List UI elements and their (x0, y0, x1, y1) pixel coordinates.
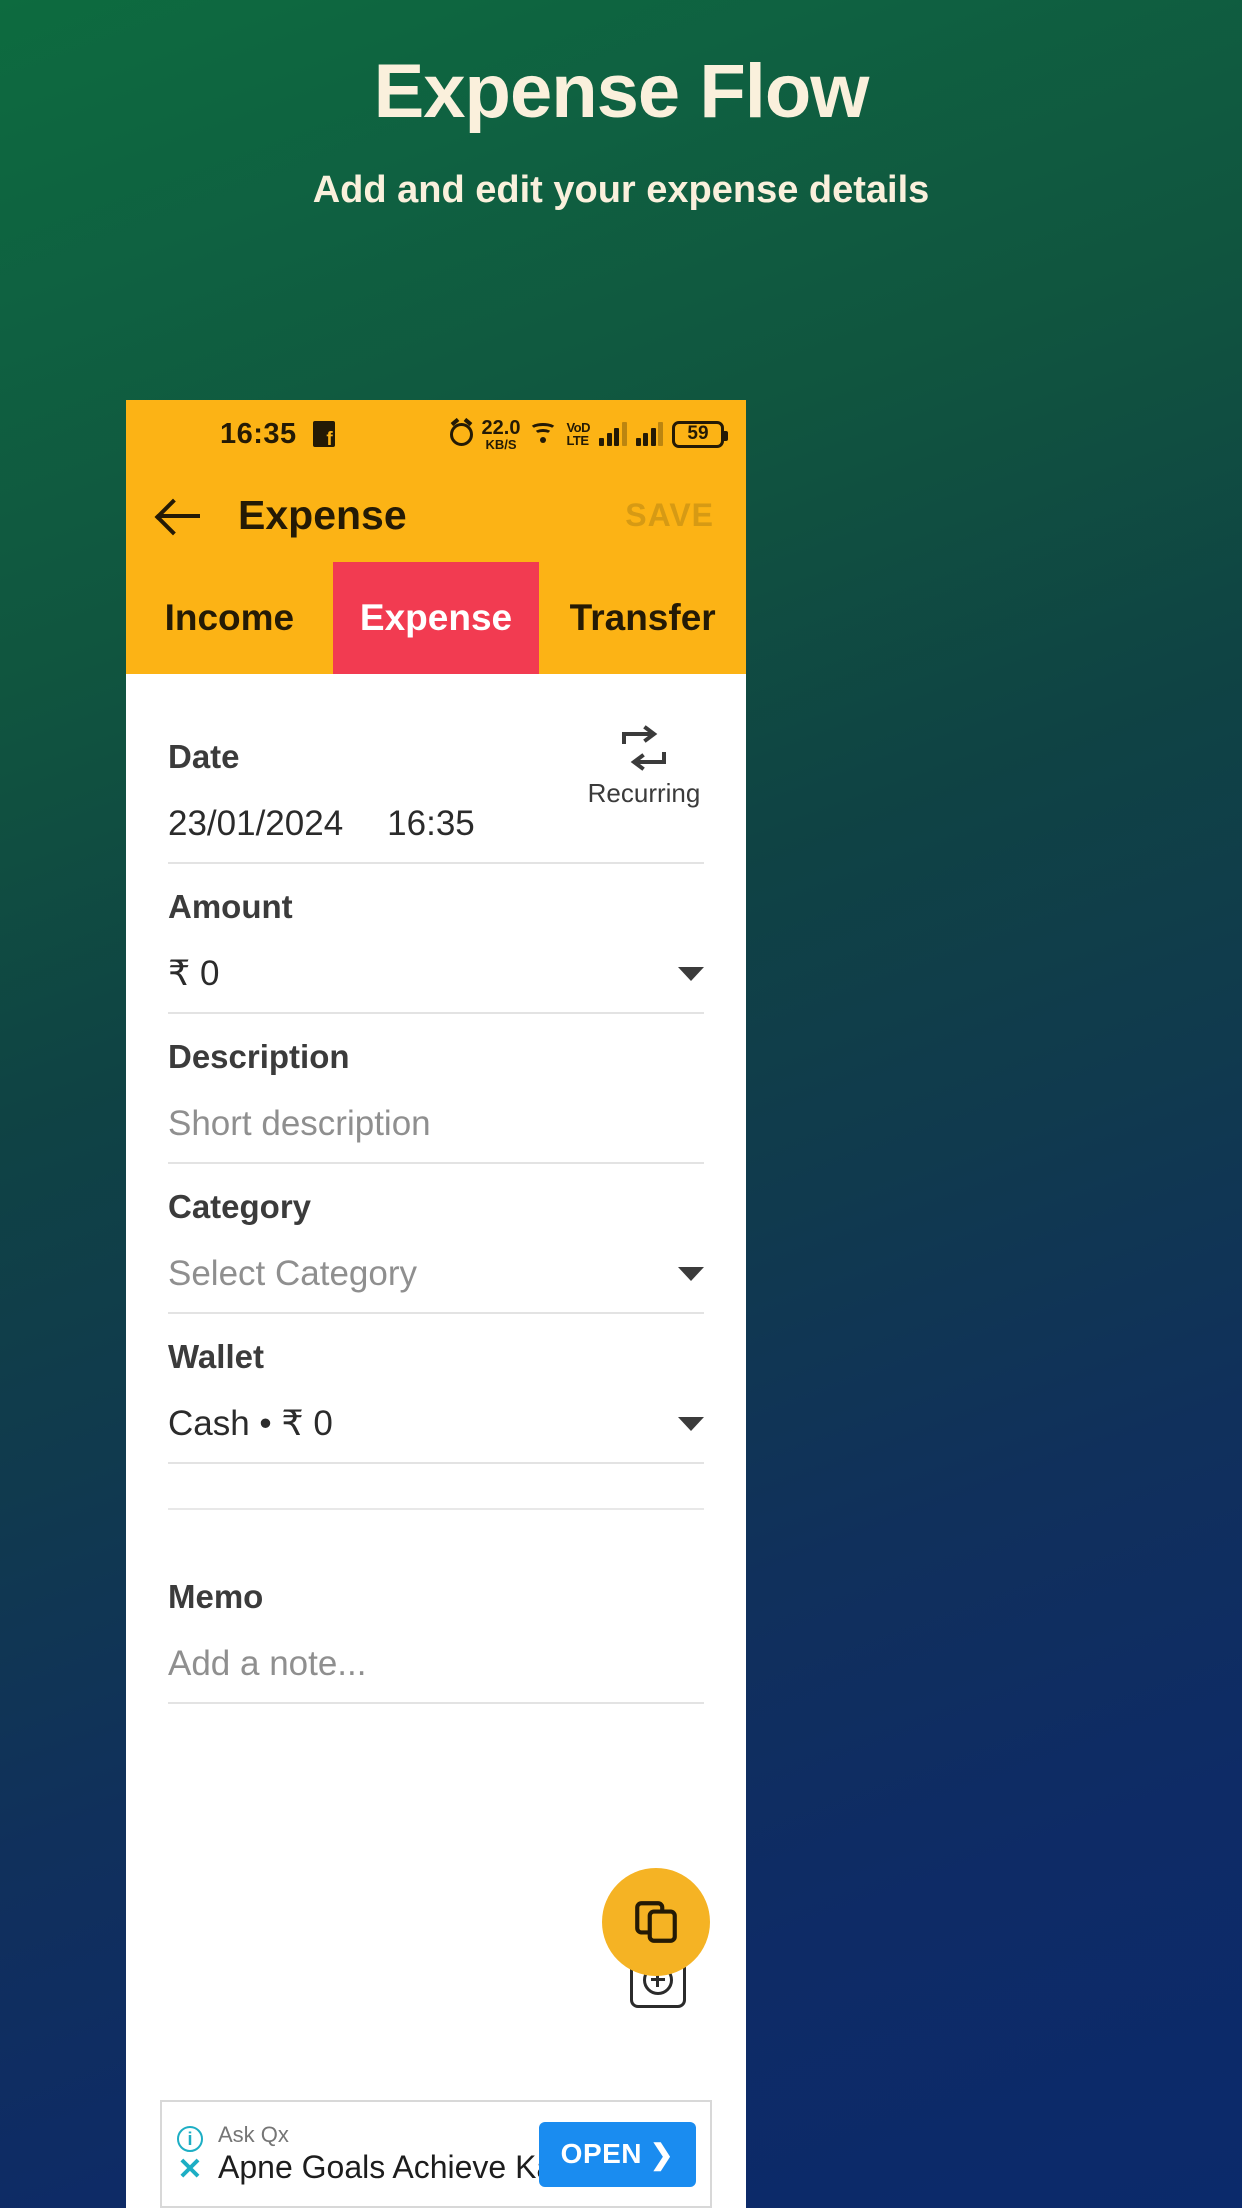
tab-transfer[interactable]: Transfer (539, 562, 746, 674)
signal-bars-icon-sim1 (599, 422, 627, 446)
network-speed-unit: KB/S (485, 436, 517, 452)
status-bar-right: 22.0 KB/S VoD LTE 59 (449, 418, 728, 451)
signal-bars-icon-sim2 (635, 422, 663, 446)
ad-text-block: Ask Qx Apne Goals Achieve Karo (218, 2121, 583, 2187)
copy-fab-button[interactable] (602, 1868, 710, 1976)
amount-field: Amount ₹ 0 (168, 864, 704, 1014)
category-row[interactable]: Select Category (168, 1252, 704, 1314)
expense-form: Date 23/01/2024 16:35 Recurring Amount ₹… (126, 674, 746, 1704)
wifi-icon (529, 423, 558, 445)
phone-mockup: 16:35 22.0 KB/S VoD LTE 59 Expens (126, 400, 746, 2208)
ad-advertiser: Ask Qx (218, 2121, 289, 2147)
close-icon[interactable]: ✕ (177, 2155, 202, 2185)
recurring-label: Recurring (587, 778, 701, 808)
alarm-icon (449, 422, 473, 446)
chevron-down-icon-category[interactable] (678, 1267, 704, 1281)
time-value[interactable]: 16:35 (387, 804, 475, 844)
ad-open-button[interactable]: OPEN ❯ (538, 2121, 696, 2187)
form-section-gap (168, 1510, 704, 1554)
ad-icon-column: i ✕ (172, 2126, 208, 2185)
description-label: Description (168, 1038, 350, 1075)
category-label: Category (168, 1188, 312, 1225)
repeat-icon (622, 725, 666, 771)
description-row[interactable]: Short description (168, 1102, 704, 1164)
ad-open-label: OPEN (560, 2138, 643, 2169)
chevron-down-icon-amount[interactable] (678, 967, 704, 981)
app-bar: Expense SAVE (126, 468, 746, 562)
save-button[interactable]: SAVE (625, 497, 714, 534)
ad-headline: Apne Goals Achieve Karo (218, 2149, 583, 2185)
amount-value[interactable]: ₹ 0 (168, 954, 219, 994)
battery-level: 59 (687, 423, 709, 444)
tab-income[interactable]: Income (126, 562, 333, 674)
status-bar-left: 16:35 (220, 418, 335, 451)
chevron-down-icon-wallet[interactable] (678, 1417, 704, 1431)
recurring-button[interactable]: Recurring (584, 724, 704, 809)
volte-line-2: LTE (566, 433, 589, 448)
transaction-type-tabs: Income Expense Transfer (126, 562, 746, 674)
wallet-field: Wallet Cash • ₹ 0 (168, 1314, 704, 1464)
amount-row[interactable]: ₹ 0 (168, 952, 704, 1014)
description-input[interactable]: Short description (168, 1104, 431, 1144)
memo-row[interactable]: Add a note... (168, 1642, 704, 1704)
wallet-row[interactable]: Cash • ₹ 0 (168, 1402, 704, 1464)
date-row[interactable]: 23/01/2024 16:35 (168, 802, 704, 864)
description-field: Description Short description (168, 1014, 704, 1164)
category-field: Category Select Category (168, 1164, 704, 1314)
page-title: Expense Flow (373, 49, 870, 134)
wallet-label: Wallet (168, 1338, 264, 1375)
volte-icon: VoD LTE (566, 421, 590, 447)
memo-field: Memo Add a note... (168, 1554, 704, 1704)
back-arrow-icon[interactable] (158, 493, 202, 537)
date-value[interactable]: 23/01/2024 (168, 804, 343, 844)
wallet-value[interactable]: Cash • ₹ 0 (168, 1404, 333, 1444)
battery-icon: 59 (672, 420, 728, 448)
status-bar-clock: 16:35 (220, 417, 297, 450)
category-value[interactable]: Select Category (168, 1254, 417, 1294)
info-icon[interactable]: i (177, 2126, 203, 2152)
memo-label: Memo (168, 1578, 264, 1615)
promo-subtitle: Add and edit your expense details (312, 169, 930, 212)
app-bar-title: Expense (238, 491, 407, 538)
network-speed-indicator: 22.0 KB/S (482, 418, 521, 451)
chevron-right-icon: ❯ (650, 2138, 674, 2170)
promo-header: Expense Flow Add and edit your expense d… (0, 0, 1242, 216)
ad-banner: i ✕ Ask Qx Apne Goals Achieve Karo OPEN … (160, 2100, 712, 2208)
amount-label: Amount (168, 888, 293, 925)
copy-icon (635, 1901, 677, 1943)
date-field: Date 23/01/2024 16:35 Recurring (168, 714, 704, 864)
memo-input[interactable]: Add a note... (168, 1644, 366, 1684)
facebook-icon (312, 421, 335, 449)
tab-expense[interactable]: Expense (332, 562, 540, 674)
network-speed-value: 22.0 (481, 416, 521, 439)
status-bar: 16:35 22.0 KB/S VoD LTE 59 (126, 400, 746, 468)
